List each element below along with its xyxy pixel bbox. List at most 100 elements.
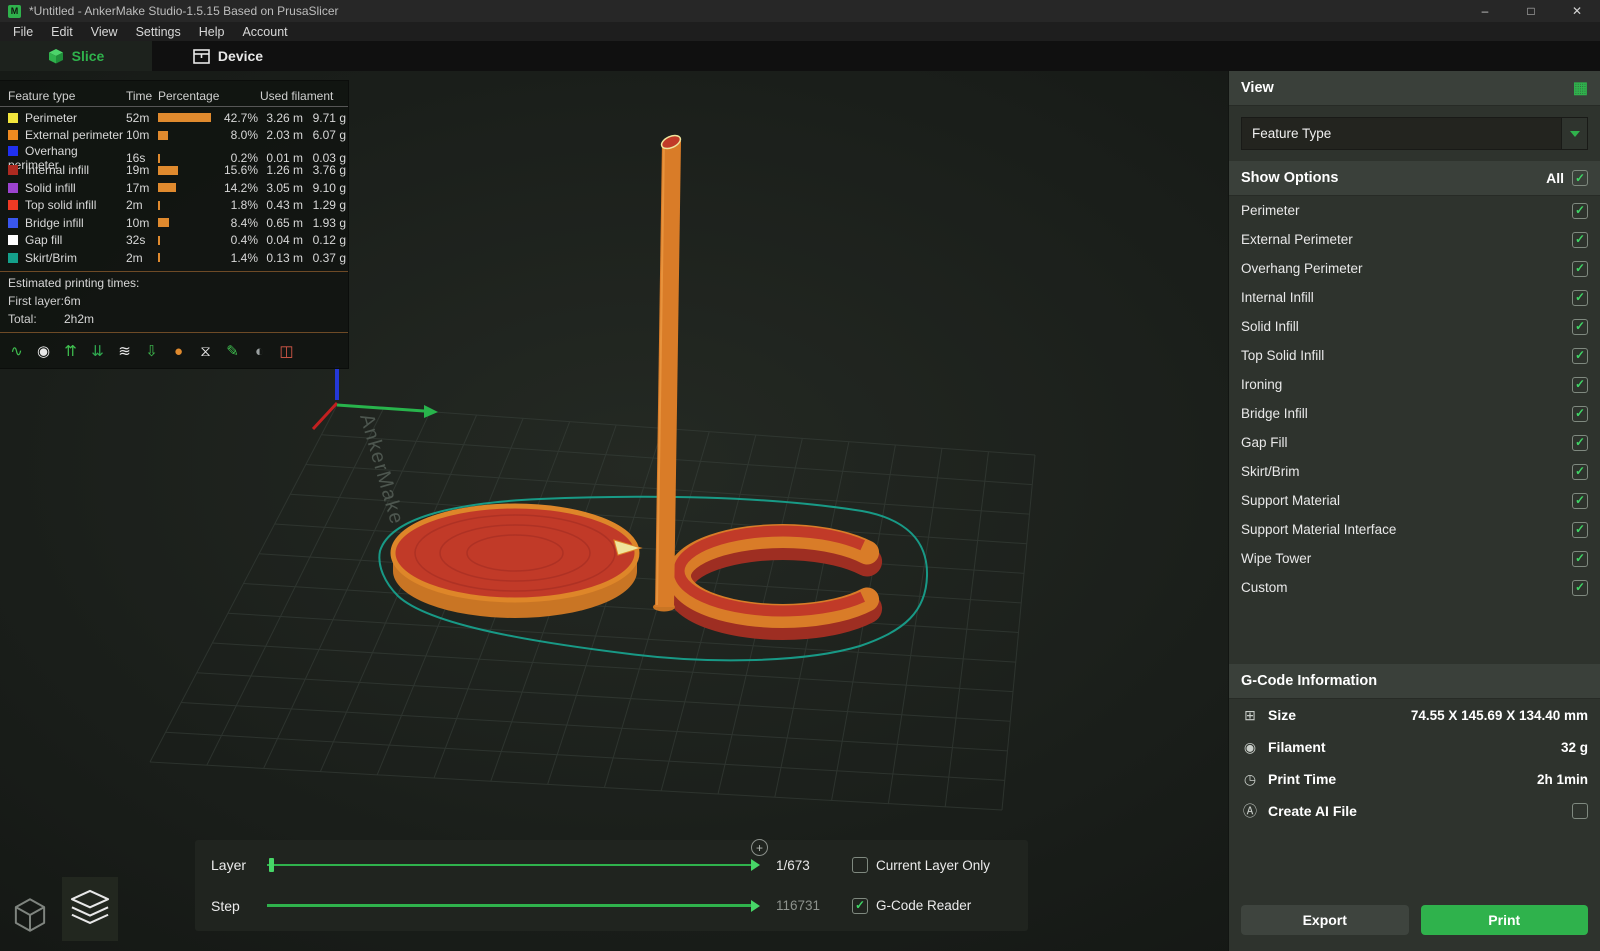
tab-slice[interactable]: Slice <box>0 41 152 71</box>
option-label: Top Solid Infill <box>1241 348 1325 363</box>
current-layer-only-checkbox[interactable] <box>852 857 868 874</box>
all-checkbox[interactable] <box>1572 170 1588 186</box>
headform-icon[interactable]: ◉ <box>33 341 54 362</box>
option-perimeter: Perimeter <box>1229 196 1600 225</box>
option-gap-fill-checkbox[interactable] <box>1572 434 1588 451</box>
percentage-bar <box>158 113 211 123</box>
feature-time: 17m <box>126 180 150 195</box>
cube-3d-icon <box>14 898 46 932</box>
feature-time: 19m <box>126 163 150 178</box>
feature-color-swatch <box>8 217 18 228</box>
feature-weight: 1.29 g <box>312 198 346 213</box>
option-solid-infill-checkbox[interactable] <box>1572 318 1588 335</box>
close-button[interactable]: ✕ <box>1554 0 1600 22</box>
option-ironing-checkbox[interactable] <box>1572 376 1588 393</box>
menu-view[interactable]: View <box>82 25 127 39</box>
gcode-row-size: ⊞ Size 74.55 X 145.69 X 134.40 mm <box>1229 699 1600 731</box>
layer-value: 1/673 <box>776 857 810 873</box>
menu-help[interactable]: Help <box>190 25 234 39</box>
option-external-perimeter-checkbox[interactable] <box>1572 231 1588 248</box>
view-section-header: View ▦ <box>1229 71 1600 106</box>
gcode-info-rows: ⊞ Size 74.55 X 145.69 X 134.40 mm ◉ Fila… <box>1229 699 1600 827</box>
preview-view-button[interactable] <box>62 877 118 941</box>
feature-percentage: 1.4% <box>230 250 258 265</box>
gcode-row-print-time: ◷ Print Time 2h 1min <box>1229 763 1600 795</box>
percentage-bar <box>158 165 178 175</box>
menu-file[interactable]: File <box>4 25 42 39</box>
add-color-change-button[interactable]: + <box>751 839 768 857</box>
menu-edit[interactable]: Edit <box>42 25 82 39</box>
option-bridge-infill-checkbox[interactable] <box>1572 405 1588 422</box>
first-layer-row: First layer: 6m <box>0 292 348 310</box>
option-label: External Perimeter <box>1241 232 1353 247</box>
color-changes-icon[interactable]: ● <box>168 341 189 362</box>
retractions-icon[interactable]: ⇈ <box>60 341 81 362</box>
feature-weight: 1.93 g <box>312 215 346 230</box>
option-overhang-perimeter-checkbox[interactable] <box>1572 260 1588 277</box>
feature-label: Bridge infill <box>25 215 84 230</box>
create-ai-file-checkbox[interactable] <box>1572 803 1588 819</box>
option-ironing: Ironing <box>1229 370 1600 399</box>
feature-length: 0.04 m <box>266 233 303 248</box>
feature-length: 1.26 m <box>266 163 303 178</box>
gcode-reader-checkbox[interactable] <box>852 897 868 914</box>
gcode-reader-group[interactable]: G-Code Reader <box>852 897 1012 914</box>
option-skirt-brim-checkbox[interactable] <box>1572 463 1588 480</box>
layer-slider-handle[interactable] <box>269 858 274 873</box>
layer-slider[interactable]: + <box>267 839 768 873</box>
title-bar: M *Untitled - AnkerMake Studio-1.5.15 Ba… <box>0 0 1600 22</box>
option-wipe-tower: Wipe Tower <box>1229 544 1600 573</box>
export-button[interactable]: Export <box>1241 905 1409 935</box>
seams-icon[interactable]: ≋ <box>114 341 135 362</box>
percentage-bar <box>158 253 160 263</box>
tab-device[interactable]: Device <box>152 41 304 71</box>
shells-icon[interactable]: ◐ <box>249 341 270 362</box>
feature-weight: 3.76 g <box>312 163 346 178</box>
travel-icon[interactable]: ∿ <box>6 341 27 362</box>
option-support-material-checkbox[interactable] <box>1572 492 1588 509</box>
editor-view-button[interactable] <box>8 889 52 941</box>
option-custom: Custom <box>1229 573 1600 602</box>
menu-account[interactable]: Account <box>233 25 296 39</box>
option-perimeter-checkbox[interactable] <box>1572 202 1588 219</box>
option-label: Gap Fill <box>1241 435 1288 450</box>
minimize-button[interactable]: – <box>1462 0 1508 22</box>
option-wipe-tower-checkbox[interactable] <box>1572 550 1588 567</box>
option-label: Wipe Tower <box>1241 551 1312 566</box>
layer-slider-end-arrow <box>751 859 766 872</box>
step-slider[interactable] <box>267 898 764 914</box>
option-internal-infill-checkbox[interactable] <box>1572 289 1588 306</box>
gcode-info-header: G-Code Information <box>1229 664 1600 699</box>
step-slider-track[interactable] <box>267 904 756 908</box>
print-button[interactable]: Print <box>1420 905 1588 935</box>
current-layer-only-group[interactable]: Current Layer Only <box>852 857 1012 874</box>
estimated-times-title: Estimated printing times: <box>8 275 140 290</box>
unload-icon[interactable]: ⇩ <box>141 341 162 362</box>
plate-brand-text: AnkerMake <box>355 411 408 527</box>
maximize-button[interactable]: □ <box>1508 0 1554 22</box>
dropdown-arrow-button[interactable] <box>1561 118 1587 149</box>
slice-cube-icon <box>48 49 63 64</box>
estimated-time-icon[interactable]: ⧖ <box>195 341 216 362</box>
create-ai-file-label: Create AI File <box>1268 803 1357 819</box>
show-options-all[interactable]: All <box>1546 170 1588 186</box>
feature-length: 2.03 m <box>266 128 303 143</box>
feature-color-swatch <box>8 200 18 211</box>
option-support-material-interface-checkbox[interactable] <box>1572 521 1588 538</box>
view-type-dropdown[interactable]: Feature Type <box>1241 117 1588 150</box>
feature-label: Internal infill <box>25 163 90 178</box>
option-bridge-infill: Bridge Infill <box>1229 399 1600 428</box>
legend-table-icon[interactable]: ▦ <box>1573 78 1588 98</box>
step-slider-handle[interactable] <box>751 899 766 912</box>
feature-weight: 0.37 g <box>312 250 346 265</box>
custom-gcode-icon[interactable]: ✎ <box>222 341 243 362</box>
option-top-solid-infill-checkbox[interactable] <box>1572 347 1588 364</box>
legend-icon[interactable]: ◫ <box>276 341 297 362</box>
viewport-3d[interactable]: AnkerMake Feature type Time Percentage U… <box>0 71 1228 951</box>
option-custom-checkbox[interactable] <box>1572 579 1588 596</box>
menu-settings[interactable]: Settings <box>127 25 190 39</box>
deretractions-icon[interactable]: ⇊ <box>87 341 108 362</box>
feature-row: External perimeter 10m 8.0% 2.03 m 6.07 … <box>0 127 348 145</box>
main-area: AnkerMake Feature type Time Percentage U… <box>0 71 1600 951</box>
layer-slider-track[interactable] <box>267 864 756 867</box>
